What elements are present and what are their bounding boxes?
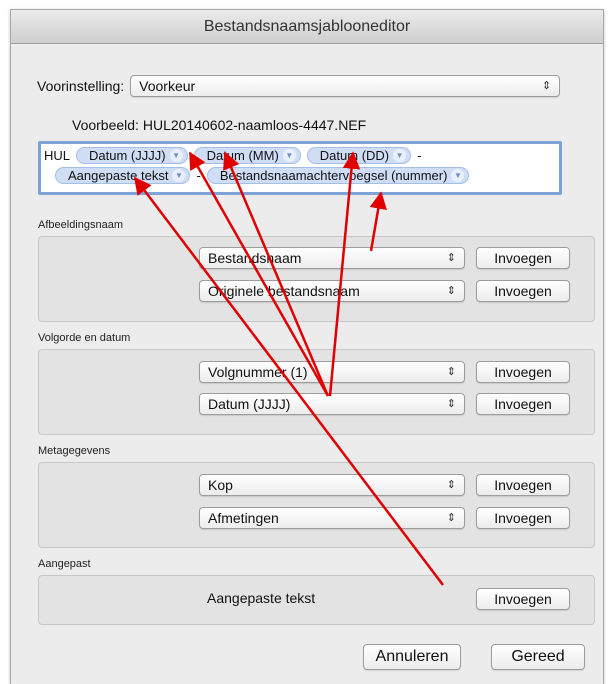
insert-button[interactable]: Invoegen <box>476 247 570 269</box>
token-filename-suffix[interactable]: Bestandsnaamachtervoegsel (nummer) ▼ <box>206 166 470 184</box>
section-title-image-name: Afbeeldingsnaam <box>38 219 124 231</box>
example-preview: Voorbeeld: HUL20140602-naamloos-4447.NEF <box>72 117 366 133</box>
cancel-button[interactable]: Annuleren <box>363 644 461 670</box>
section-title-custom: Aangepast <box>38 558 91 570</box>
insert-button[interactable]: Invoegen <box>476 474 570 496</box>
date-popup[interactable]: Datum (JJJJ) ⇕ <box>199 393 465 415</box>
section-title-metadata: Metagegevens <box>38 445 111 457</box>
insert-button[interactable]: Invoegen <box>476 280 570 302</box>
custom-text-label: Aangepaste tekst <box>207 590 316 606</box>
preset-value: Voorkeur <box>139 78 196 94</box>
template-token-field[interactable]: HUL Datum (JJJJ) ▼ Datum (MM) ▼ Datum (D… <box>38 141 562 195</box>
token-menu-icon[interactable]: ▼ <box>451 168 465 182</box>
updown-arrows-icon: ⇕ <box>446 366 456 378</box>
token-date-day[interactable]: Datum (DD) ▼ <box>306 146 412 164</box>
section-title-sequence-date: Volgorde en datum <box>38 332 131 344</box>
template-separator: - <box>196 167 201 183</box>
updown-arrows-icon: ⇕ <box>446 512 456 524</box>
preset-label: Voorinstelling: <box>37 78 125 94</box>
template-line-1: HUL Datum (JJJJ) ▼ Datum (MM) ▼ Datum (D… <box>44 146 427 164</box>
done-button[interactable]: Gereed <box>491 644 585 670</box>
insert-button[interactable]: Invoegen <box>476 361 570 383</box>
insert-button[interactable]: Invoegen <box>476 507 570 529</box>
token-custom-text[interactable]: Aangepaste tekst ▼ <box>55 166 191 184</box>
group-custom: Aangepaste tekst Invoegen <box>38 575 595 625</box>
updown-arrows-icon: ⇕ <box>446 479 456 491</box>
updown-arrows-icon: ⇕ <box>446 285 456 297</box>
preset-popup[interactable]: Voorkeur ⇕ <box>130 75 561 97</box>
template-line-2: Aangepaste tekst ▼ - Bestandsnaamachterv… <box>55 166 475 184</box>
metadata-popup-1[interactable]: Kop ⇕ <box>199 474 465 496</box>
insert-button[interactable]: Invoegen <box>476 588 570 610</box>
token-menu-icon[interactable]: ▼ <box>172 168 186 182</box>
insert-button[interactable]: Invoegen <box>476 393 570 415</box>
sequence-popup[interactable]: Volgnummer (1) ⇕ <box>199 361 465 383</box>
updown-arrows-icon: ⇕ <box>541 80 552 92</box>
token-date-year[interactable]: Datum (JJJJ) ▼ <box>76 146 188 164</box>
example-value: HUL20140602-naamloos-4447.NEF <box>142 117 367 133</box>
metadata-popup-2[interactable]: Afmetingen ⇕ <box>199 507 465 529</box>
title-bar: Bestandsnaamsjablooneditor <box>11 10 603 44</box>
image-name-popup-2[interactable]: Originele bestandsnaam ⇕ <box>199 280 465 302</box>
dialog-window: Bestandsnaamsjablooneditor Voorinstellin… <box>10 9 604 684</box>
image-name-popup-1[interactable]: Bestandsnaam ⇕ <box>199 247 465 269</box>
group-sequence-date: Volgnummer (1) ⇕ Invoegen Datum (JJJJ) ⇕… <box>38 349 595 435</box>
group-metadata: Kop ⇕ Invoegen Afmetingen ⇕ Invoegen <box>38 462 595 548</box>
updown-arrows-icon: ⇕ <box>446 252 456 264</box>
group-image-name: Bestandsnaam ⇕ Invoegen Originele bestan… <box>38 236 595 322</box>
example-label: Voorbeeld: <box>72 117 139 133</box>
window-title: Bestandsnaamsjablooneditor <box>203 17 411 35</box>
updown-arrows-icon: ⇕ <box>446 398 456 410</box>
token-menu-icon[interactable]: ▼ <box>393 148 407 162</box>
token-menu-icon[interactable]: ▼ <box>282 148 296 162</box>
template-separator: - <box>417 147 422 163</box>
token-menu-icon[interactable]: ▼ <box>169 148 183 162</box>
preset-row: Voorinstelling: Voorkeur ⇕ <box>37 75 561 97</box>
template-prefix: HUL <box>44 147 71 163</box>
token-date-month[interactable]: Datum (MM) ▼ <box>193 146 301 164</box>
